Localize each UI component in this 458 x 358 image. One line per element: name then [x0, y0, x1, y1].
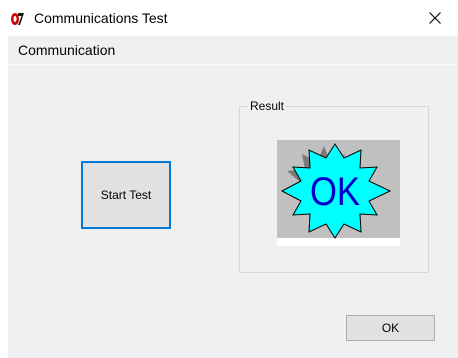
ok-button[interactable]: OK	[346, 315, 435, 341]
result-group: Result OK	[239, 99, 429, 273]
close-icon	[429, 12, 441, 24]
menu-bar: Communication	[8, 36, 458, 65]
ok-badge-text: OK	[310, 170, 360, 214]
window-title: Communications Test	[34, 10, 168, 26]
app-logo-icon	[11, 13, 24, 25]
dialog-client-area: Communication Start Test Result OK OK	[8, 36, 458, 358]
title-bar: Communications Test	[0, 0, 458, 36]
menu-item-communication[interactable]: Communication	[14, 36, 119, 64]
close-button[interactable]	[412, 0, 458, 36]
ok-image-bottom-strip	[277, 238, 400, 246]
start-test-button[interactable]: Start Test	[81, 161, 171, 229]
result-group-label: Result	[248, 99, 287, 113]
ok-status-image: OK	[277, 140, 400, 246]
